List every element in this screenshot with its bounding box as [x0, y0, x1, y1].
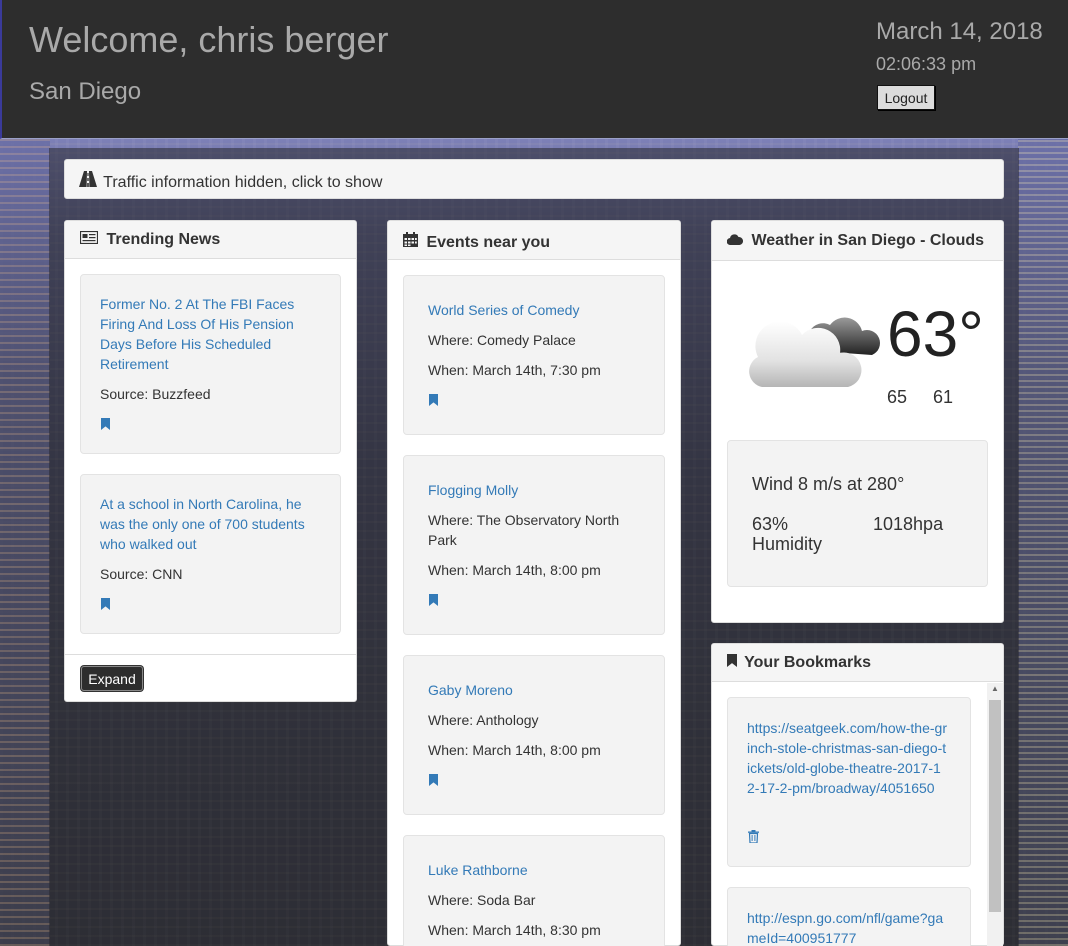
top-header: Welcome, chris berger San Diego March 14…	[0, 0, 1068, 139]
background-building-left	[0, 139, 50, 946]
calendar-icon	[403, 232, 418, 252]
traffic-toggle[interactable]: Traffic information hidden, click to sho…	[64, 159, 1004, 199]
panel-divider	[65, 654, 356, 655]
cloud-icon	[726, 232, 744, 250]
bookmark-icon[interactable]	[101, 598, 110, 610]
logout-button[interactable]: Logout	[877, 85, 935, 110]
event-item: Luke Rathborne Where: Soda Bar When: Mar…	[403, 835, 665, 946]
event-where: Where: Anthology	[428, 712, 539, 728]
news-item: Former No. 2 At The FBI Faces Firing And…	[80, 274, 341, 454]
trending-news-header: Trending News	[65, 221, 356, 259]
bookmark-icon[interactable]	[429, 594, 438, 606]
weather-high-temp: 65	[887, 387, 908, 407]
weather-details: Wind 8 m/s at 280° 63% Humidity 1018hpa	[727, 440, 988, 587]
event-when: When: March 14th, 7:30 pm	[428, 362, 601, 378]
bookmark-link[interactable]: https://seatgeek.com/how-the-grinch-stol…	[747, 718, 947, 798]
news-headline-link[interactable]: Former No. 2 At The FBI Faces Firing And…	[100, 294, 320, 374]
event-when: When: March 14th, 8:00 pm	[428, 742, 601, 758]
event-where: Where: The Observatory North Park	[428, 512, 620, 548]
bookmarks-scroll-thumb[interactable]	[989, 700, 1001, 912]
trash-icon[interactable]	[748, 830, 759, 846]
city-name: San Diego	[29, 78, 142, 105]
event-item: Gaby Moreno Where: Anthology When: March…	[403, 655, 665, 815]
weather-temperature: 63°	[887, 298, 984, 370]
road-icon	[79, 171, 99, 192]
current-time: 02:06:33 pm	[876, 54, 977, 74]
expand-news-button[interactable]: Expand	[81, 666, 143, 691]
news-headline-link[interactable]: At a school in North Carolina, he was th…	[100, 494, 320, 554]
wind-info: Wind 8 m/s at 280°	[752, 474, 905, 494]
event-item: World Series of Comedy Where: Comedy Pal…	[403, 275, 665, 435]
event-item: Flogging Molly Where: The Observatory No…	[403, 455, 665, 635]
trending-news-title: Trending News	[106, 231, 221, 248]
event-name-link[interactable]: Flogging Molly	[428, 480, 518, 500]
bookmark-link[interactable]: http://espn.go.com/nfl/game?gameId=40095…	[747, 908, 947, 946]
scroll-up-arrow-icon[interactable]: ▲	[987, 684, 1003, 698]
traffic-text: Traffic information hidden, click to sho…	[103, 174, 383, 191]
current-date: March 14, 2018	[876, 18, 1043, 45]
bookmark-item: https://seatgeek.com/how-the-grinch-stol…	[727, 697, 971, 867]
events-title: Events near you	[426, 234, 551, 251]
welcome-heading: Welcome, chris berger	[29, 19, 389, 60]
weather-clouds-icon	[744, 311, 884, 396]
pressure-info: 1018hpa	[873, 514, 944, 534]
event-name-link[interactable]: Gaby Moreno	[428, 680, 513, 700]
bookmark-icon[interactable]	[429, 774, 438, 786]
bookmark-icon[interactable]	[101, 418, 110, 430]
event-where: Where: Soda Bar	[428, 892, 536, 908]
event-name-link[interactable]: Luke Rathborne	[428, 860, 528, 880]
bookmarks-title: Your Bookmarks	[744, 654, 872, 671]
event-where: Where: Comedy Palace	[428, 332, 576, 348]
weather-header: Weather in San Diego - Clouds	[712, 221, 1003, 261]
events-header: Events near you	[388, 221, 680, 260]
bookmarks-header: Your Bookmarks	[712, 644, 1003, 682]
background-building-right	[1018, 139, 1068, 946]
news-item: At a school in North Carolina, he was th…	[80, 474, 341, 634]
news-source: Source: CNN	[100, 566, 183, 582]
weather-title: Weather in San Diego - Clouds	[751, 232, 985, 249]
bookmark-icon	[727, 654, 737, 672]
weather-low-temp: 61	[933, 387, 954, 407]
event-when: When: March 14th, 8:00 pm	[428, 562, 601, 578]
humidity-info: 63% Humidity	[752, 514, 823, 554]
event-when: When: March 14th, 8:30 pm	[428, 922, 601, 938]
bookmark-icon[interactable]	[429, 394, 438, 406]
event-name-link[interactable]: World Series of Comedy	[428, 300, 579, 320]
newspaper-icon	[79, 230, 99, 249]
news-source: Source: Buzzfeed	[100, 386, 211, 402]
bookmark-item: http://espn.go.com/nfl/game?gameId=40095…	[727, 887, 971, 946]
